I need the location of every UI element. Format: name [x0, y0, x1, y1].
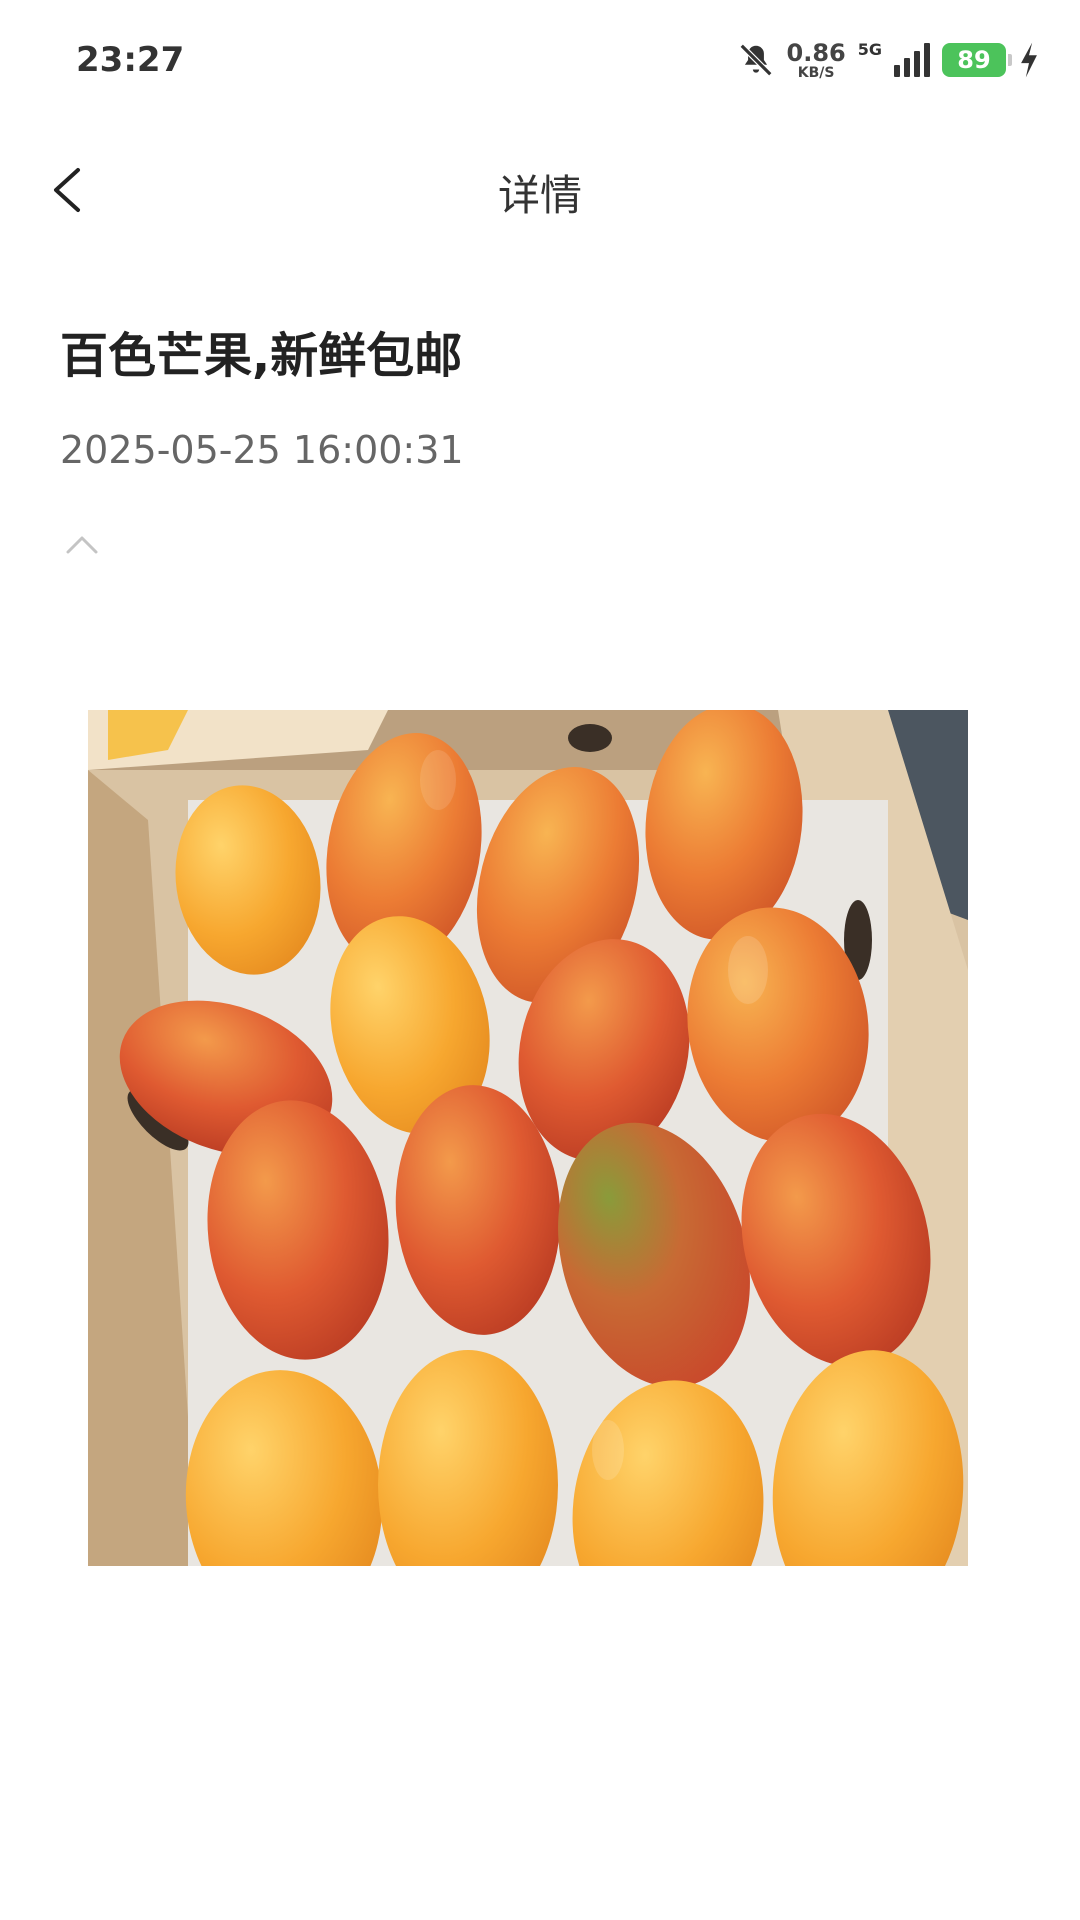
post-date: 2025-05-25 16:00:31 — [60, 428, 464, 472]
battery-icon: 89 — [942, 43, 1012, 77]
status-icons: 0.86 KB/S 5G 89 — [737, 36, 1040, 84]
battery-level: 89 — [957, 46, 991, 74]
chevron-up-icon — [66, 536, 98, 554]
nav-bar: 详情 — [0, 140, 1080, 240]
bell-muted-icon — [739, 43, 772, 77]
page-title: 详情 — [497, 171, 582, 220]
status-bar: 23:27 0.86 KB/S 5G 89 — [0, 0, 1080, 120]
net-speed-unit: KB/S — [797, 64, 835, 81]
post-title: 百色芒果,新鲜包邮 — [60, 328, 463, 384]
network-type: 5G — [857, 40, 882, 59]
signal-icon — [894, 43, 930, 77]
mango-box-photo[interactable] — [88, 710, 968, 1566]
mango-box-illustration — [88, 710, 968, 1566]
collapse-button[interactable] — [60, 528, 104, 560]
net-speed-value: 0.86 — [786, 38, 846, 67]
net-speed: 0.86 KB/S — [787, 41, 846, 80]
charging-icon — [1021, 42, 1037, 78]
status-time: 23:27 — [76, 40, 185, 80]
